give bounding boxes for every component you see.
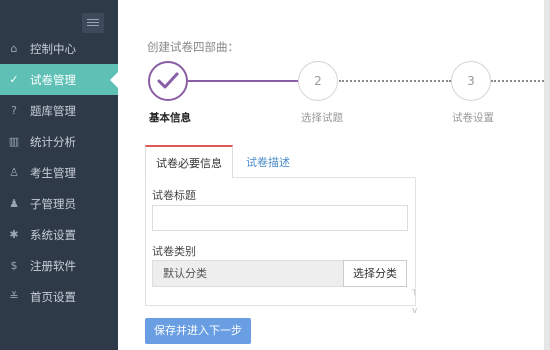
gear-icon: ✱ bbox=[9, 227, 19, 241]
tab-required-info[interactable]: 试卷必要信息 bbox=[145, 145, 233, 178]
sidebar-item-label: 首页设置 bbox=[30, 289, 76, 304]
sidebar-item-label: 系统设置 bbox=[30, 227, 76, 242]
settings-sliders-icon: ≚ bbox=[9, 289, 19, 303]
step-progress-line bbox=[188, 80, 298, 82]
check-circle-icon: ✓ bbox=[9, 72, 19, 86]
step-3-label: 试卷设置 bbox=[452, 112, 494, 124]
scrollbar[interactable] bbox=[544, 0, 550, 350]
select-category-button[interactable]: 选择分类 bbox=[343, 260, 407, 287]
sidebar-item-label: 注册软件 bbox=[30, 258, 76, 273]
step-2-circle: 2 bbox=[298, 61, 338, 101]
page-title: 创建试卷四部曲： bbox=[147, 40, 239, 54]
exam-title-label: 试卷标题 bbox=[152, 189, 196, 202]
sidebar-item-statistics[interactable]: ▥ 统计分析 bbox=[0, 126, 118, 157]
panel-edge-mark: ┐ v bbox=[412, 286, 418, 316]
sidebar-item-label: 控制中心 bbox=[30, 41, 76, 56]
sidebar-item-system-settings[interactable]: ✱ 系统设置 bbox=[0, 219, 118, 250]
exam-category-label: 试卷类别 bbox=[152, 245, 196, 258]
step-1-label: 基本信息 bbox=[149, 112, 191, 124]
sidebar-item-label: 试卷管理 bbox=[30, 72, 76, 87]
sidebar-item-candidates[interactable]: ♙ 考生管理 bbox=[0, 157, 118, 188]
sidebar-item-question-bank[interactable]: ? 题库管理 bbox=[0, 95, 118, 126]
save-and-next-button[interactable]: 保存并进入下一步 bbox=[145, 318, 251, 344]
step-2-label: 选择试题 bbox=[301, 112, 343, 124]
menu-toggle-icon[interactable] bbox=[82, 13, 104, 33]
sidebar-item-homepage-settings[interactable]: ≚ 首页设置 bbox=[0, 281, 118, 312]
sidebar-item-register-software[interactable]: $ 注册软件 bbox=[0, 250, 118, 281]
home-icon: ⌂ bbox=[10, 41, 18, 55]
exam-title-input[interactable] bbox=[152, 205, 408, 231]
sidebar-item-label: 题库管理 bbox=[30, 103, 76, 118]
sidebar-item-label: 子管理员 bbox=[30, 196, 76, 211]
question-circle-icon: ? bbox=[11, 103, 17, 117]
dollar-icon: $ bbox=[10, 258, 18, 272]
sidebar-item-sub-admins[interactable]: ♟ 子管理员 bbox=[0, 188, 118, 219]
sidebar-item-label: 考生管理 bbox=[30, 165, 76, 180]
user-group-icon: ♙ bbox=[9, 165, 19, 179]
user-icon: ♟ bbox=[9, 196, 19, 210]
sidebar-item-control-center[interactable]: ⌂ 控制中心 bbox=[0, 33, 118, 64]
sidebar-item-label: 统计分析 bbox=[30, 134, 76, 149]
step-dotted-connector bbox=[339, 80, 451, 82]
step-dotted-connector bbox=[491, 80, 544, 82]
checkmark-icon bbox=[157, 72, 179, 89]
sidebar-item-exam-management[interactable]: ✓ 试卷管理 bbox=[0, 64, 118, 95]
sidebar: ⌂ 控制中心 ✓ 试卷管理 ? 题库管理 ▥ 统计分析 ♙ 考生管理 ♟ 子管理… bbox=[0, 0, 118, 350]
exam-category-field: 默认分类 bbox=[152, 260, 343, 287]
step-1-circle bbox=[148, 61, 188, 101]
step-3-circle: 3 bbox=[451, 61, 491, 101]
tab-description[interactable]: 试卷描述 bbox=[246, 154, 290, 170]
bar-chart-icon: ▥ bbox=[8, 134, 20, 148]
